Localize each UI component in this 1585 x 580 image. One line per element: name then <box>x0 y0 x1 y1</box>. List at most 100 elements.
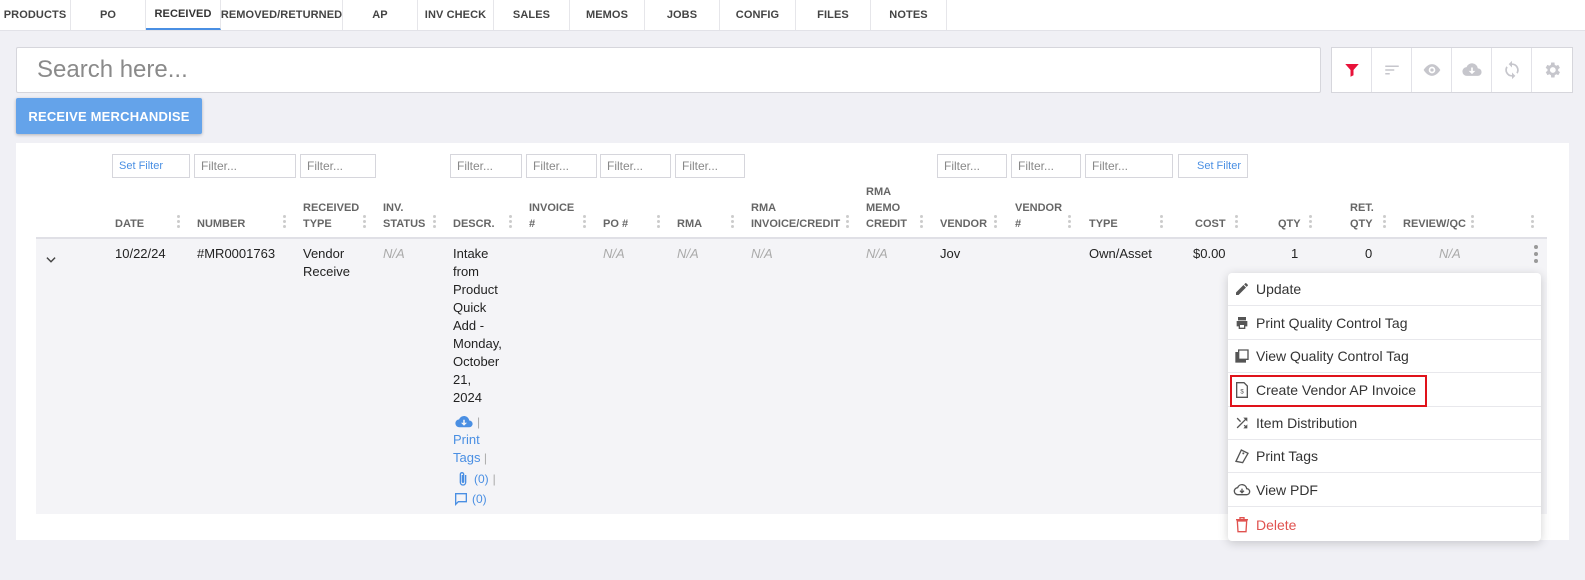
cell-cost: $0.00 <box>1193 246 1226 261</box>
download-button[interactable] <box>1452 48 1492 92</box>
col-cost[interactable]: COST <box>1195 216 1226 232</box>
descr-filter[interactable]: Filter... <box>450 154 522 178</box>
cell-received-type: Vendor Receive <box>303 246 350 279</box>
col-po[interactable]: PO # <box>603 216 628 232</box>
col-date[interactable]: DATE <box>115 216 144 232</box>
tab-po[interactable]: PO <box>71 0 146 30</box>
col-resize-handle[interactable] <box>509 215 512 231</box>
menu-item-item-distribution[interactable]: Item Distribution <box>1228 407 1541 440</box>
cell-type: Own/Asset <box>1089 246 1152 261</box>
cell-number: #MR0001763 <box>197 246 276 261</box>
tab-sales[interactable]: SALES <box>494 0 570 30</box>
menu-item-update[interactable]: Update <box>1228 273 1541 306</box>
comment-icon[interactable] <box>453 491 469 507</box>
sync-button[interactable] <box>1492 48 1532 92</box>
gear-icon <box>1545 62 1560 78</box>
col-rma[interactable]: RMA <box>677 216 702 232</box>
sync-icon <box>1504 60 1519 80</box>
tab-received[interactable]: RECEIVED <box>146 0 221 30</box>
cost-set-filter[interactable]: Set Filter <box>1178 154 1248 178</box>
col-inv-status[interactable]: INV. STATUS <box>383 200 425 232</box>
filter-button[interactable] <box>1332 48 1372 92</box>
col-resize-handle[interactable] <box>283 215 286 231</box>
cloud-download-icon <box>1461 63 1482 76</box>
col-qty[interactable]: QTY <box>1278 216 1301 232</box>
col-vendor[interactable]: VENDOR <box>940 216 987 232</box>
cloud-download-icon <box>1233 483 1251 496</box>
tab-files[interactable]: FILES <box>796 0 871 30</box>
col-resize-handle[interactable] <box>433 215 436 231</box>
separator: | <box>477 415 481 429</box>
type-filter[interactable]: Filter... <box>1085 154 1173 178</box>
col-invoice[interactable]: INVOICE # <box>529 200 574 232</box>
col-resize-handle[interactable] <box>1383 215 1386 231</box>
chevron-down-icon[interactable] <box>44 253 58 267</box>
vendor-num-filter[interactable]: Filter... <box>1011 154 1081 178</box>
view-button[interactable] <box>1412 48 1452 92</box>
date-set-filter[interactable]: Set Filter <box>112 154 190 178</box>
col-resize-handle[interactable] <box>1160 215 1163 231</box>
col-vendor-num[interactable]: VENDOR # <box>1015 200 1062 232</box>
rma-filter[interactable]: Filter... <box>675 154 745 178</box>
col-resize-handle[interactable] <box>994 215 997 231</box>
col-ret-qty[interactable]: RET. QTY <box>1350 200 1374 232</box>
tab-ap[interactable]: AP <box>343 0 418 30</box>
filter-icon <box>1344 64 1359 77</box>
separator: | <box>492 472 496 486</box>
col-resize-handle[interactable] <box>1309 215 1312 231</box>
col-number[interactable]: NUMBER <box>197 216 245 232</box>
gallery-icon <box>1235 349 1249 363</box>
col-resize-handle[interactable] <box>363 215 366 231</box>
received-type-filter[interactable]: Filter... <box>300 154 376 178</box>
col-descr[interactable]: DESCR. <box>453 216 495 232</box>
invoice-filter[interactable]: Filter... <box>526 154 597 178</box>
po-filter[interactable]: Filter... <box>600 154 671 178</box>
highlight-box <box>1230 375 1427 407</box>
tab-products[interactable]: PRODUCTS <box>0 0 71 30</box>
paperclip-icon[interactable] <box>455 471 471 487</box>
attachments-count[interactable]: (0) <box>474 470 489 488</box>
cell-po: N/A <box>603 246 625 261</box>
col-resize-handle[interactable] <box>583 215 586 231</box>
settings-button[interactable] <box>1532 48 1572 92</box>
menu-item-view-qc-tag[interactable]: View Quality Control Tag <box>1228 340 1541 373</box>
column-menu-icon[interactable] <box>1531 215 1534 231</box>
col-review[interactable]: REVIEW/QC <box>1403 216 1466 232</box>
tab-removed-returned[interactable]: REMOVED/RETURNED <box>221 0 343 30</box>
col-received-type[interactable]: RECEIVED TYPE <box>303 200 359 232</box>
cloud-download-icon[interactable] <box>453 413 475 431</box>
menu-item-print-tags[interactable]: Print Tags <box>1228 440 1541 473</box>
printer-icon <box>1236 317 1248 329</box>
number-filter[interactable]: Filter... <box>194 154 296 178</box>
cell-descr: Intake from Product Quick Add - Monday, Octo… <box>453 246 502 405</box>
col-resize-handle[interactable] <box>731 215 734 231</box>
cell-rma-invoice: N/A <box>751 246 773 261</box>
row-menu-icon[interactable] <box>1534 245 1538 263</box>
pencil-icon <box>1236 283 1248 295</box>
menu-item-print-qc-tag[interactable]: Print Quality Control Tag <box>1228 307 1541 340</box>
col-resize-handle[interactable] <box>1471 215 1474 231</box>
menu-item-view-pdf[interactable]: View PDF <box>1228 474 1541 507</box>
tab-notes[interactable]: NOTES <box>871 0 947 30</box>
tab-memos[interactable]: MEMOS <box>570 0 645 30</box>
col-resize-handle[interactable] <box>1068 215 1071 231</box>
tab-jobs[interactable]: JOBS <box>645 0 720 30</box>
col-resize-handle[interactable] <box>846 215 849 231</box>
col-resize-handle[interactable] <box>657 215 660 231</box>
search-input[interactable] <box>16 47 1321 93</box>
receive-merchandise-button[interactable]: RECEIVE MERCHANDISE <box>16 98 202 134</box>
comments-count[interactable]: (0) <box>472 490 487 508</box>
col-resize-handle[interactable] <box>920 215 923 231</box>
tab-inv-check[interactable]: INV CHECK <box>418 0 494 30</box>
tab-config[interactable]: CONFIG <box>720 0 796 30</box>
cell-ret-qty: 0 <box>1365 246 1373 261</box>
col-rma-memo[interactable]: RMA MEMO CREDIT <box>866 184 907 232</box>
col-type[interactable]: TYPE <box>1089 216 1118 232</box>
col-rma-invoice[interactable]: RMA INVOICE/CREDIT <box>751 200 840 232</box>
col-resize-handle[interactable] <box>177 215 180 231</box>
col-resize-handle[interactable] <box>1235 215 1238 231</box>
menu-item-delete[interactable]: Delete <box>1228 508 1541 541</box>
print-tags-link[interactable]: Print Tags | <box>453 431 496 467</box>
vendor-filter[interactable]: Filter... <box>937 154 1007 178</box>
sort-button[interactable] <box>1372 48 1412 92</box>
